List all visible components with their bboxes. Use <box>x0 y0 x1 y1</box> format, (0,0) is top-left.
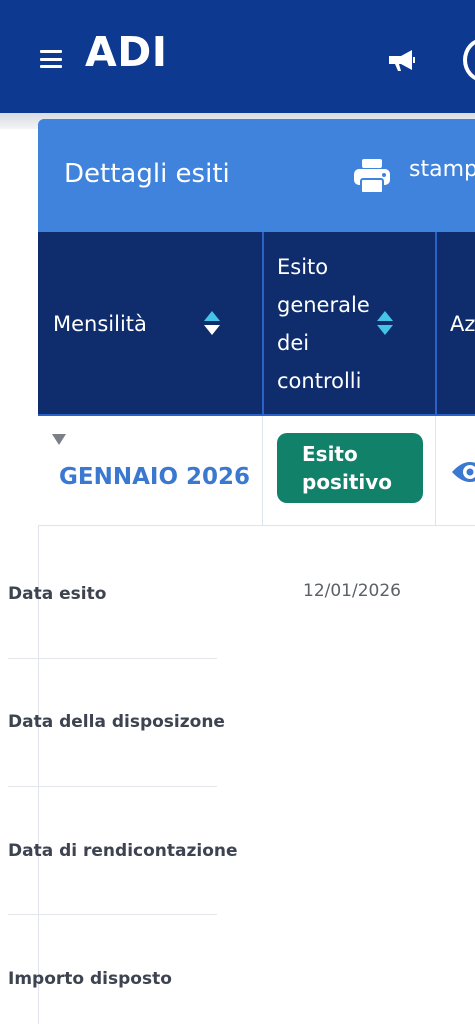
app-title: ADI <box>85 28 168 76</box>
table-header: Mensilità Esito generale dei controlli A… <box>38 232 475 416</box>
printer-icon[interactable] <box>352 157 392 195</box>
outcome-header-line: controlli <box>277 369 362 393</box>
column-divider <box>262 232 264 416</box>
status-badge-line: positivo <box>302 470 393 494</box>
month-link[interactable]: GENNAIO 2026 <box>59 464 250 490</box>
column-divider <box>435 232 437 416</box>
outcome-header-line: Esito <box>277 255 329 279</box>
user-circle-icon[interactable] <box>463 38 475 82</box>
detail-divider <box>8 914 217 915</box>
sort-icon[interactable] <box>203 310 221 336</box>
print-button[interactable]: stamp <box>409 157 475 182</box>
page: ADI Dettagli esiti stamp Mensilità Esito… <box>0 0 475 1024</box>
top-app-bar: ADI <box>0 0 475 113</box>
column-header-month[interactable]: Mensilità <box>53 305 147 343</box>
megaphone-icon[interactable] <box>386 46 416 74</box>
outcome-header-line: generale <box>277 293 370 317</box>
status-badge: Esito positivo <box>277 433 423 503</box>
detail-label-amount: Importo disposto <box>8 969 172 989</box>
detail-label-disposition-date: Data della disposizone <box>8 712 225 732</box>
column-header-actions: Az <box>450 312 475 336</box>
status-badge-line: Esito <box>302 442 358 466</box>
hamburger-icon[interactable] <box>40 50 62 68</box>
table-row: GENNAIO 2026 Esito positivo <box>38 416 475 526</box>
detail-label-date-outcome: Data esito <box>8 584 107 604</box>
detail-divider <box>8 786 217 787</box>
detail-value-date-outcome: 12/01/2026 <box>303 581 401 601</box>
column-divider <box>262 416 263 526</box>
detail-label-reporting-date: Data di rendicontazione <box>8 841 238 861</box>
eye-icon[interactable] <box>450 458 475 486</box>
caret-down-icon[interactable] <box>52 434 66 445</box>
outcome-header-line: dei <box>277 331 310 355</box>
card-header: Dettagli esiti stamp <box>38 119 475 232</box>
sort-icon[interactable] <box>376 310 394 336</box>
card-title: Dettagli esiti <box>64 159 230 189</box>
detail-divider <box>8 658 217 659</box>
column-divider <box>435 416 436 526</box>
